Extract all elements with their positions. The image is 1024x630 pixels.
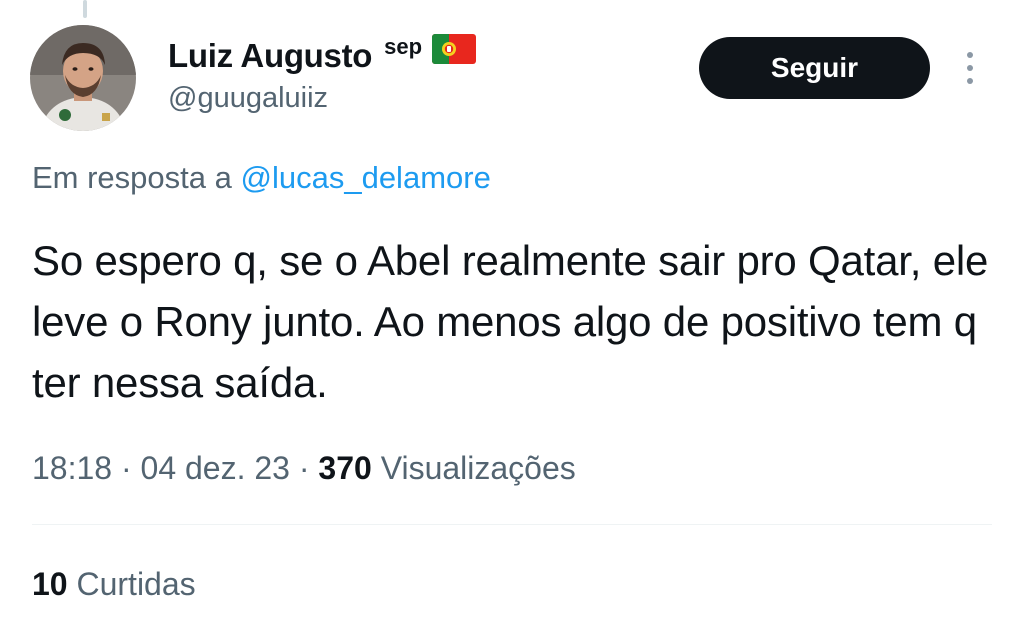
likes-label: Curtidas (76, 566, 196, 602)
portugal-flag-icon (432, 33, 477, 69)
likes-count: 10 (32, 566, 68, 602)
tweet-time[interactable]: 18:18 (32, 450, 112, 486)
views-count: 370 (318, 450, 372, 486)
thread-connector-line (83, 0, 87, 18)
avatar[interactable] (30, 25, 136, 131)
meta-separator: · (298, 450, 310, 486)
follow-button[interactable]: Seguir (699, 37, 930, 99)
tweet-date[interactable]: 04 dez. 23 (141, 450, 290, 486)
author-name-row: Luiz Augusto sep (168, 33, 477, 76)
tweet-text: So espero q, se o Abel realmente sair pr… (32, 237, 989, 406)
reply-prefix: Em resposta a (32, 160, 232, 195)
meta-separator: · (120, 450, 132, 486)
views-label: Visualizações (380, 450, 576, 486)
more-vertical-icon[interactable] (960, 50, 980, 86)
likes-link[interactable]: 10 Curtidas (32, 566, 196, 603)
author-display-name[interactable]: Luiz Augusto (168, 37, 372, 75)
author-name-suffix: sep (384, 34, 423, 59)
avatar-image (30, 25, 136, 131)
divider (32, 524, 992, 525)
reply-context: Em resposta a @lucas_delamore (32, 160, 491, 196)
tweet-detail: Luiz Augusto sep @guugaluiiz Seguir Em r… (0, 0, 1024, 630)
tweet-meta: 18:18 · 04 dez. 23 · 370 Visualizações (32, 450, 576, 487)
reply-to-link[interactable]: @lucas_delamore (241, 160, 491, 195)
author-handle[interactable]: @guugaluiiz (168, 82, 328, 115)
